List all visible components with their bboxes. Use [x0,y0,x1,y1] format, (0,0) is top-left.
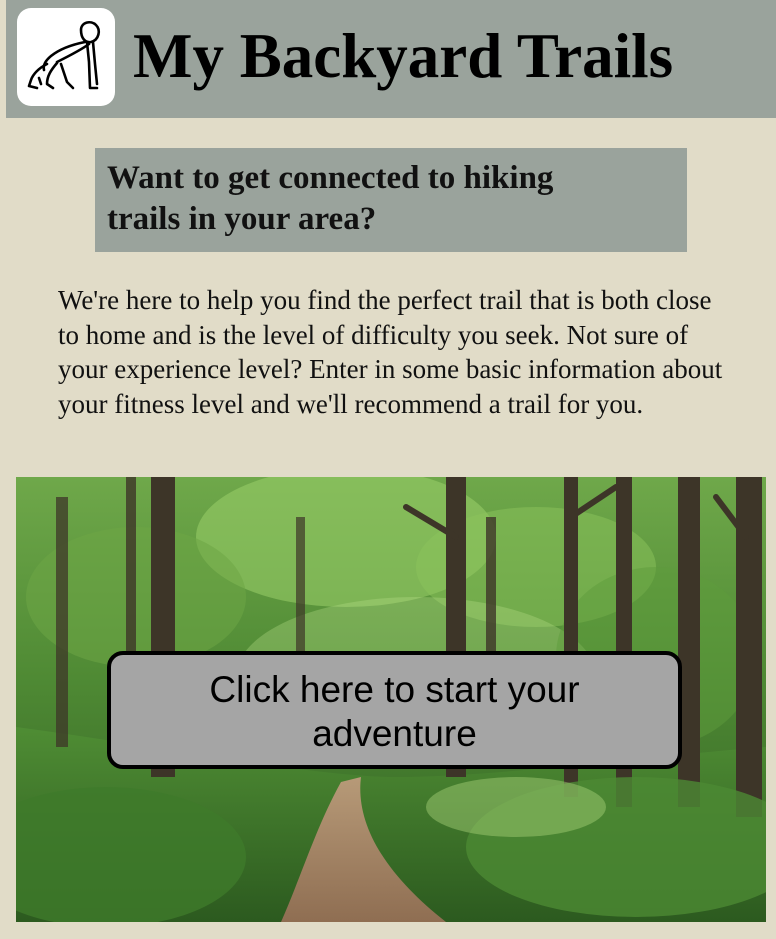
site-title: My Backyard Trails [133,21,674,91]
logo[interactable] [17,8,115,106]
start-adventure-button[interactable]: Click here to start your adventure [107,651,682,769]
crawling-figure-icon [27,20,101,90]
callout-heading: Want to get connected to hiking trails i… [107,160,554,237]
intro-paragraph: We're here to help you find the perfect … [58,285,723,419]
site-header: My Backyard Trails [6,0,776,118]
callout-box: Want to get connected to hiking trails i… [95,148,687,252]
page: My Backyard Trails Want to get connected… [0,0,776,939]
